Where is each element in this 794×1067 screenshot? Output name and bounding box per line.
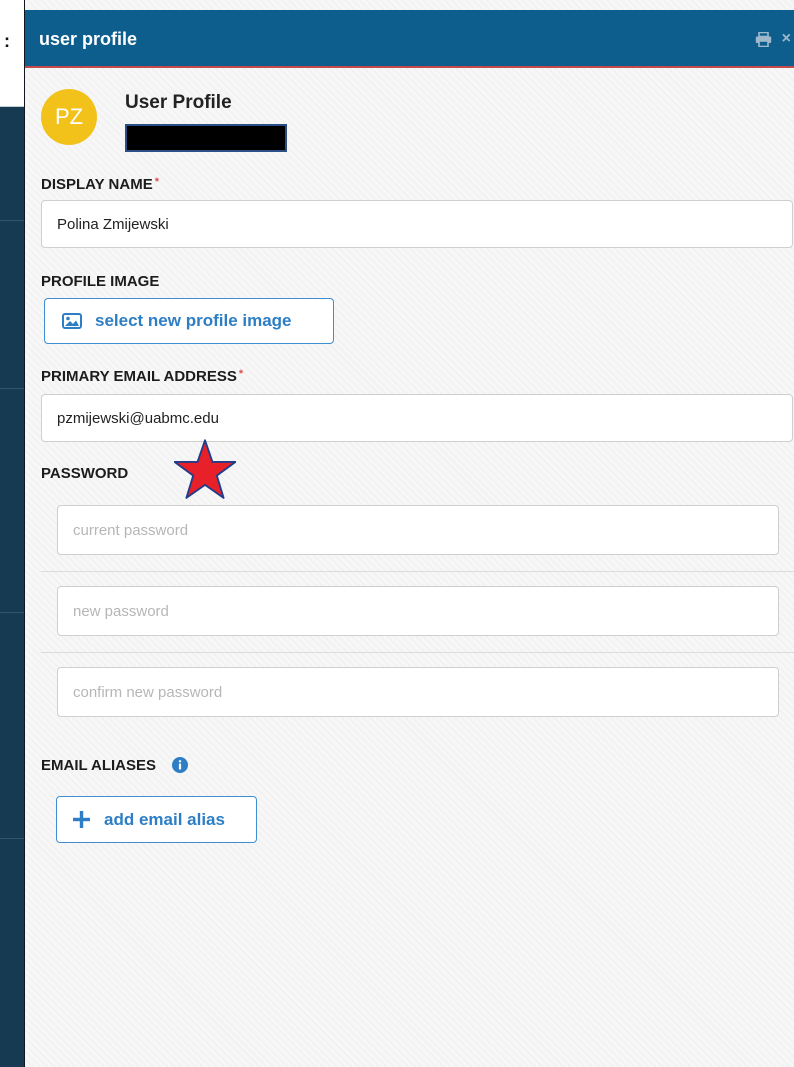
required-mark: * <box>154 176 159 188</box>
primary-email-label-text: PRIMARY EMAIL ADDRESS <box>41 368 237 385</box>
panel-header: user profile × <box>25 10 794 68</box>
current-password-input[interactable] <box>57 505 779 555</box>
select-profile-image-label: select new profile image <box>95 311 292 330</box>
display-name-input[interactable] <box>41 200 793 248</box>
select-profile-image-button[interactable]: select new profile image <box>44 298 334 344</box>
redacted-block <box>125 124 287 152</box>
display-name-label: DISPLAY NAME * <box>41 176 159 193</box>
panel-title: user profile <box>39 29 138 49</box>
annotation-star-icon <box>174 439 236 499</box>
confirm-password-input[interactable] <box>57 667 779 717</box>
new-password-input[interactable] <box>57 586 779 636</box>
password-divider <box>41 571 794 572</box>
background-divider <box>0 388 26 389</box>
user-profile-panel: user profile × PZ User Profile DISPLAY N… <box>24 0 794 1067</box>
primary-email-label: PRIMARY EMAIL ADDRESS * <box>41 368 243 385</box>
background-app: : <box>0 0 26 1067</box>
profile-image-label: PROFILE IMAGE <box>41 273 160 290</box>
background-divider <box>0 612 26 613</box>
email-aliases-label: EMAIL ALIASES <box>41 757 157 774</box>
info-icon[interactable] <box>172 757 188 773</box>
background-divider <box>0 838 26 839</box>
background-menu-glyph: : <box>4 31 10 51</box>
profile-heading: User Profile <box>125 92 232 113</box>
password-divider <box>41 652 794 653</box>
add-email-alias-button[interactable]: add email alias <box>56 796 257 843</box>
primary-email-input[interactable] <box>41 394 793 442</box>
background-divider <box>0 220 26 221</box>
required-mark: * <box>238 368 244 380</box>
display-name-label-text: DISPLAY NAME <box>41 176 153 193</box>
close-icon[interactable]: × <box>782 30 791 48</box>
image-icon <box>62 313 82 329</box>
printer-icon[interactable] <box>755 31 772 47</box>
header-actions: × <box>755 30 791 48</box>
add-email-alias-label: add email alias <box>104 809 225 829</box>
avatar: PZ <box>41 89 97 145</box>
plus-icon <box>73 811 90 828</box>
password-label: PASSWORD <box>41 465 129 482</box>
background-topbar: : <box>0 0 26 107</box>
